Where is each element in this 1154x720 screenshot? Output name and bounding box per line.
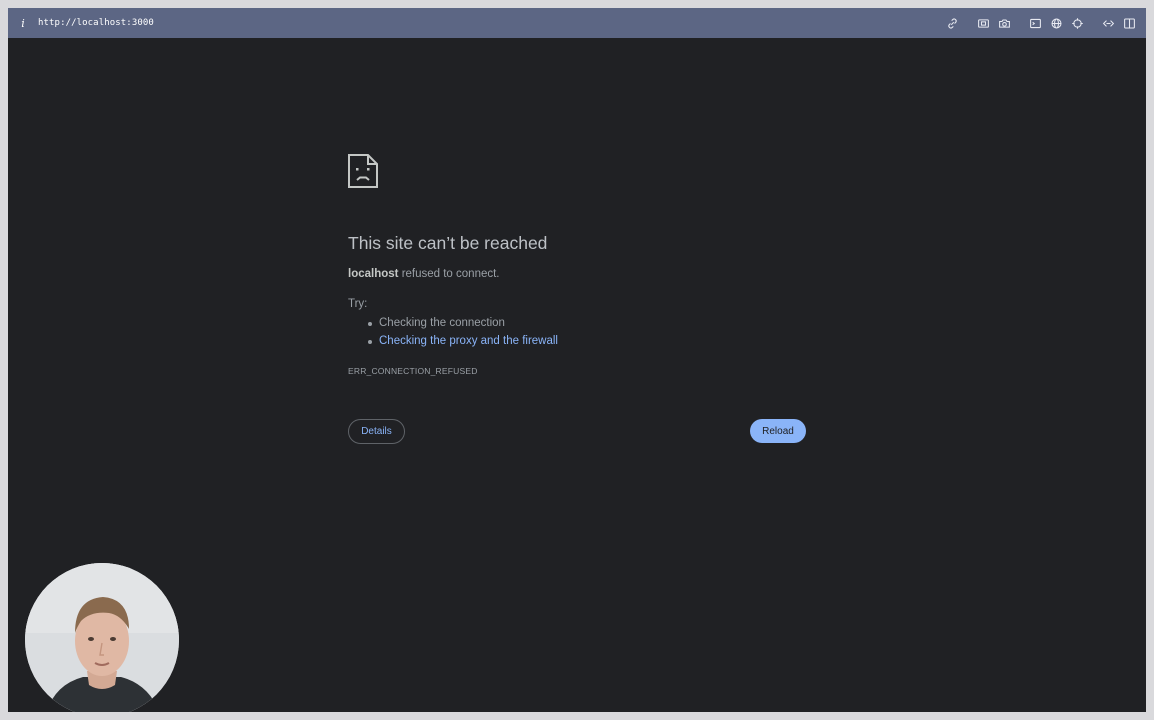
details-button[interactable]: Details <box>348 419 405 444</box>
screenshot-area-icon[interactable] <box>973 8 994 38</box>
try-label: Try: <box>348 298 368 310</box>
sad-document-icon <box>348 154 378 188</box>
split-view-icon[interactable] <box>1119 8 1140 38</box>
url-bar[interactable]: http://localhost:3000 <box>38 18 154 28</box>
toolbar-tools <box>942 8 1146 38</box>
webcam-overlay <box>25 563 179 712</box>
info-icon[interactable]: i <box>8 8 38 38</box>
crosshair-icon[interactable] <box>1067 8 1088 38</box>
globe-icon[interactable] <box>1046 8 1067 38</box>
suggestions-list: Checking the connection Checking the pro… <box>368 316 558 352</box>
error-message: localhost refused to connect. <box>348 268 500 280</box>
browser-toolbar: i http://localhost:3000 <box>8 8 1146 38</box>
code-icon[interactable] <box>1098 8 1119 38</box>
error-host: localhost <box>348 268 399 280</box>
error-code: ERR_CONNECTION_REFUSED <box>348 366 478 376</box>
list-item: Checking the connection <box>368 316 558 334</box>
link-icon[interactable] <box>942 8 963 38</box>
camera-icon[interactable] <box>994 8 1015 38</box>
error-message-text: refused to connect. <box>401 268 500 280</box>
terminal-icon[interactable] <box>1025 8 1046 38</box>
person-avatar <box>25 563 179 712</box>
error-title: This site can’t be reached <box>348 233 548 253</box>
browser-window: i http://localhost:3000 This site can’t … <box>8 8 1146 712</box>
reload-button[interactable]: Reload <box>750 419 806 443</box>
proxy-firewall-link[interactable]: Checking the proxy and the firewall <box>368 334 558 352</box>
